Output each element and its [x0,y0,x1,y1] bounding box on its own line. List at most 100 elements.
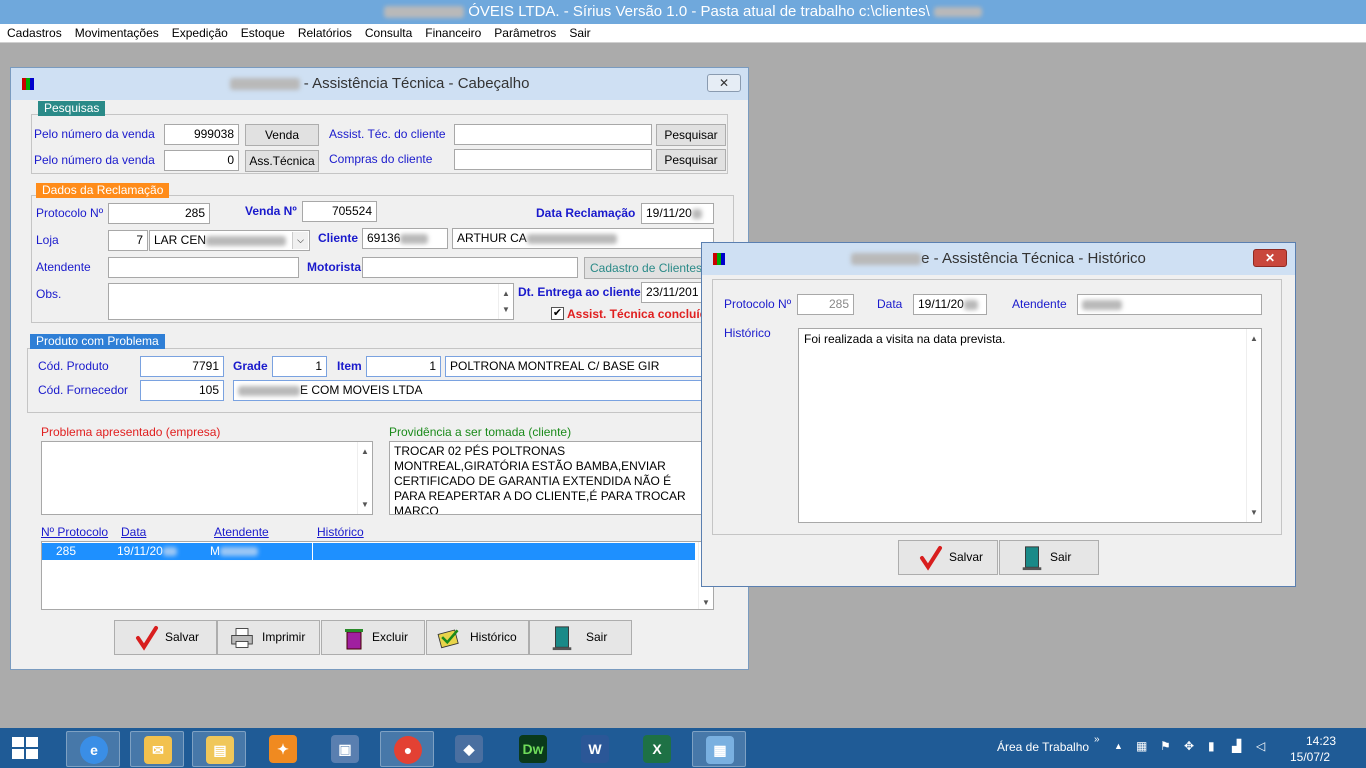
close-icon[interactable]: ✕ [707,74,741,92]
assist-cliente-input[interactable] [454,124,652,145]
scroll-up-icon[interactable]: ▲ [1250,331,1258,346]
pelo-venda2-input[interactable]: 0 [164,150,239,171]
pesquisar-compras-button[interactable]: Pesquisar [656,149,726,171]
blurred-name [526,233,617,244]
tray-dropbox-icon[interactable]: ✥ [1184,739,1194,753]
grid-header-data[interactable]: Data [121,525,146,539]
toolbar-chevron-icon[interactable]: » [1094,734,1100,745]
protocolo-input[interactable]: 285 [108,203,210,224]
cod-produto-label: Cód. Produto [38,359,109,373]
item-input[interactable]: 1 [366,356,441,377]
menu-cadastros[interactable]: Cadastros [0,24,68,42]
obs-scrollbar[interactable]: ▲ ▼ [498,284,513,319]
scroll-down-icon[interactable]: ▼ [502,302,510,317]
windows-start-icon[interactable] [12,737,38,759]
grade-input[interactable]: 1 [272,356,327,377]
blurred-year [162,547,177,557]
cliente-code-input[interactable]: 69136 [362,228,448,249]
ass-tecnica-button[interactable]: Ass.Técnica [245,150,319,172]
data-reclamacao-input[interactable]: 19/11/20 [641,203,714,224]
excluir-button[interactable]: Excluir [321,620,425,655]
taskbar-chrome[interactable]: ● [380,731,434,767]
grid-header-protocolo[interactable]: Nº Protocolo [41,525,108,539]
taskbar-ie[interactable]: e [66,731,120,767]
grid-header-historico[interactable]: Histórico [317,525,364,539]
motorista-input[interactable] [362,257,578,278]
cod-produto-input[interactable]: 7791 [140,356,224,377]
historico-grid[interactable]: 285 19/11/20 M ▼ [41,541,714,610]
problema-label: Problema apresentado (empresa) [41,425,221,439]
menu-estoque[interactable]: Estoque [234,24,291,42]
dados-tag: Dados da Reclamação [36,183,170,198]
problema-textarea[interactable]: ▲ ▼ [41,441,373,515]
menu-sair[interactable]: Sair [562,24,596,42]
blurred-title-prefix [851,253,922,266]
taskbar-word[interactable]: W [568,731,622,767]
taskbar-calculator[interactable]: ▦ [692,731,746,767]
tray-volume-icon[interactable]: ◁ [1256,739,1265,753]
clock-time[interactable]: 14:23 [1306,734,1336,748]
close-icon[interactable]: ✕ [1253,249,1287,267]
imprimir-label: Imprimir [262,630,306,644]
obs-textarea[interactable]: ▲ ▼ [108,283,514,320]
excel-icon: X [643,735,671,763]
imprimir-button[interactable]: Imprimir [217,620,320,655]
hist-sair-button[interactable]: Sair [999,540,1099,575]
scroll-up-icon[interactable]: ▲ [502,286,510,301]
problema-scrollbar[interactable]: ▲ ▼ [357,442,372,514]
taskbar-outlook[interactable]: ✉ [130,731,184,767]
venda-no-input[interactable]: 705524 [302,201,377,222]
area-trabalho-label[interactable]: Área de Trabalho [997,740,1089,754]
taskbar-app-fox[interactable]: ✦ [256,731,310,767]
loja-select[interactable]: LAR CEN ⌵ [149,230,310,251]
pelo-venda-input[interactable]: 999038 [164,124,239,145]
historico-button[interactable]: Histórico [426,620,529,655]
chevron-down-icon[interactable]: ⌵ [292,232,308,249]
hist-atendente-input[interactable] [1077,294,1262,315]
fornecedor-nome-input[interactable]: E COM MOVEIS LTDA [233,380,714,401]
concluida-checkbox[interactable]: ✔ [551,307,564,320]
grid-header-atendente[interactable]: Atendente [214,525,269,539]
scroll-down-icon[interactable]: ▼ [1250,505,1258,520]
table-row[interactable]: 285 19/11/20 M [42,543,695,560]
loja-num-input[interactable]: 7 [108,230,148,251]
clock-date[interactable]: 15/07/2 [1290,750,1330,764]
taskbar-dreamweaver[interactable]: Dw [506,731,560,767]
cod-fornecedor-input[interactable]: 105 [140,380,224,401]
taskbar-excel[interactable]: X [630,731,684,767]
taskbar-explorer[interactable]: ▤ [192,731,246,767]
tray-flag-icon[interactable]: ⚑ [1160,739,1171,753]
taskbar-virtualbox[interactable]: ◆ [442,731,496,767]
menu-financeiro[interactable]: Financeiro [418,24,487,42]
menu-consulta[interactable]: Consulta [358,24,418,42]
hist-scrollbar[interactable]: ▲ ▼ [1246,329,1261,522]
hist-data-input[interactable]: 19/11/20 [913,294,987,315]
providencia-textarea[interactable]: TROCAR 02 PÉS POLTRONAS MONTREAL,GIRATÓR… [389,441,714,515]
salvar-button[interactable]: Salvar [114,620,217,655]
scroll-down-icon[interactable]: ▼ [702,598,710,607]
tray-up-arrow-icon[interactable]: ▲ [1114,741,1123,751]
scroll-up-icon[interactable]: ▲ [361,444,369,459]
tray-battery-icon[interactable]: ▮ [1208,739,1215,753]
cadastro-clientes-button[interactable]: Cadastro de Clientes [584,257,714,279]
hist-salvar-button[interactable]: Salvar [898,540,998,575]
menu-movimentacoes[interactable]: Movimentações [68,24,165,42]
sair-button[interactable]: Sair [529,620,632,655]
produto-descricao-input[interactable]: POLTRONA MONTREAL C/ BASE GIR [445,356,714,377]
blurred-atendente [1082,299,1122,310]
hist-historico-textarea[interactable]: Foi realizada a visita na data prevista.… [798,328,1262,523]
tray-signal-icon[interactable]: ▟ [1232,739,1241,753]
menu-relatorios[interactable]: Relatórios [291,24,358,42]
word-icon: W [581,735,609,763]
compras-cliente-input[interactable] [454,149,652,170]
scroll-down-icon[interactable]: ▼ [361,497,369,512]
pesquisar-assist-button[interactable]: Pesquisar [656,124,726,146]
taskbar-network[interactable]: ▣ [318,731,372,767]
venda-button[interactable]: Venda [245,124,319,146]
pelo-venda-label: Pelo número da venda [34,127,155,141]
hist-protocolo-input[interactable]: 285 [797,294,854,315]
menu-expedicao[interactable]: Expedição [165,24,234,42]
cliente-name-input[interactable]: ARTHUR CA [452,228,714,249]
atendente-input[interactable] [108,257,299,278]
menu-parametros[interactable]: Parâmetros [487,24,562,42]
